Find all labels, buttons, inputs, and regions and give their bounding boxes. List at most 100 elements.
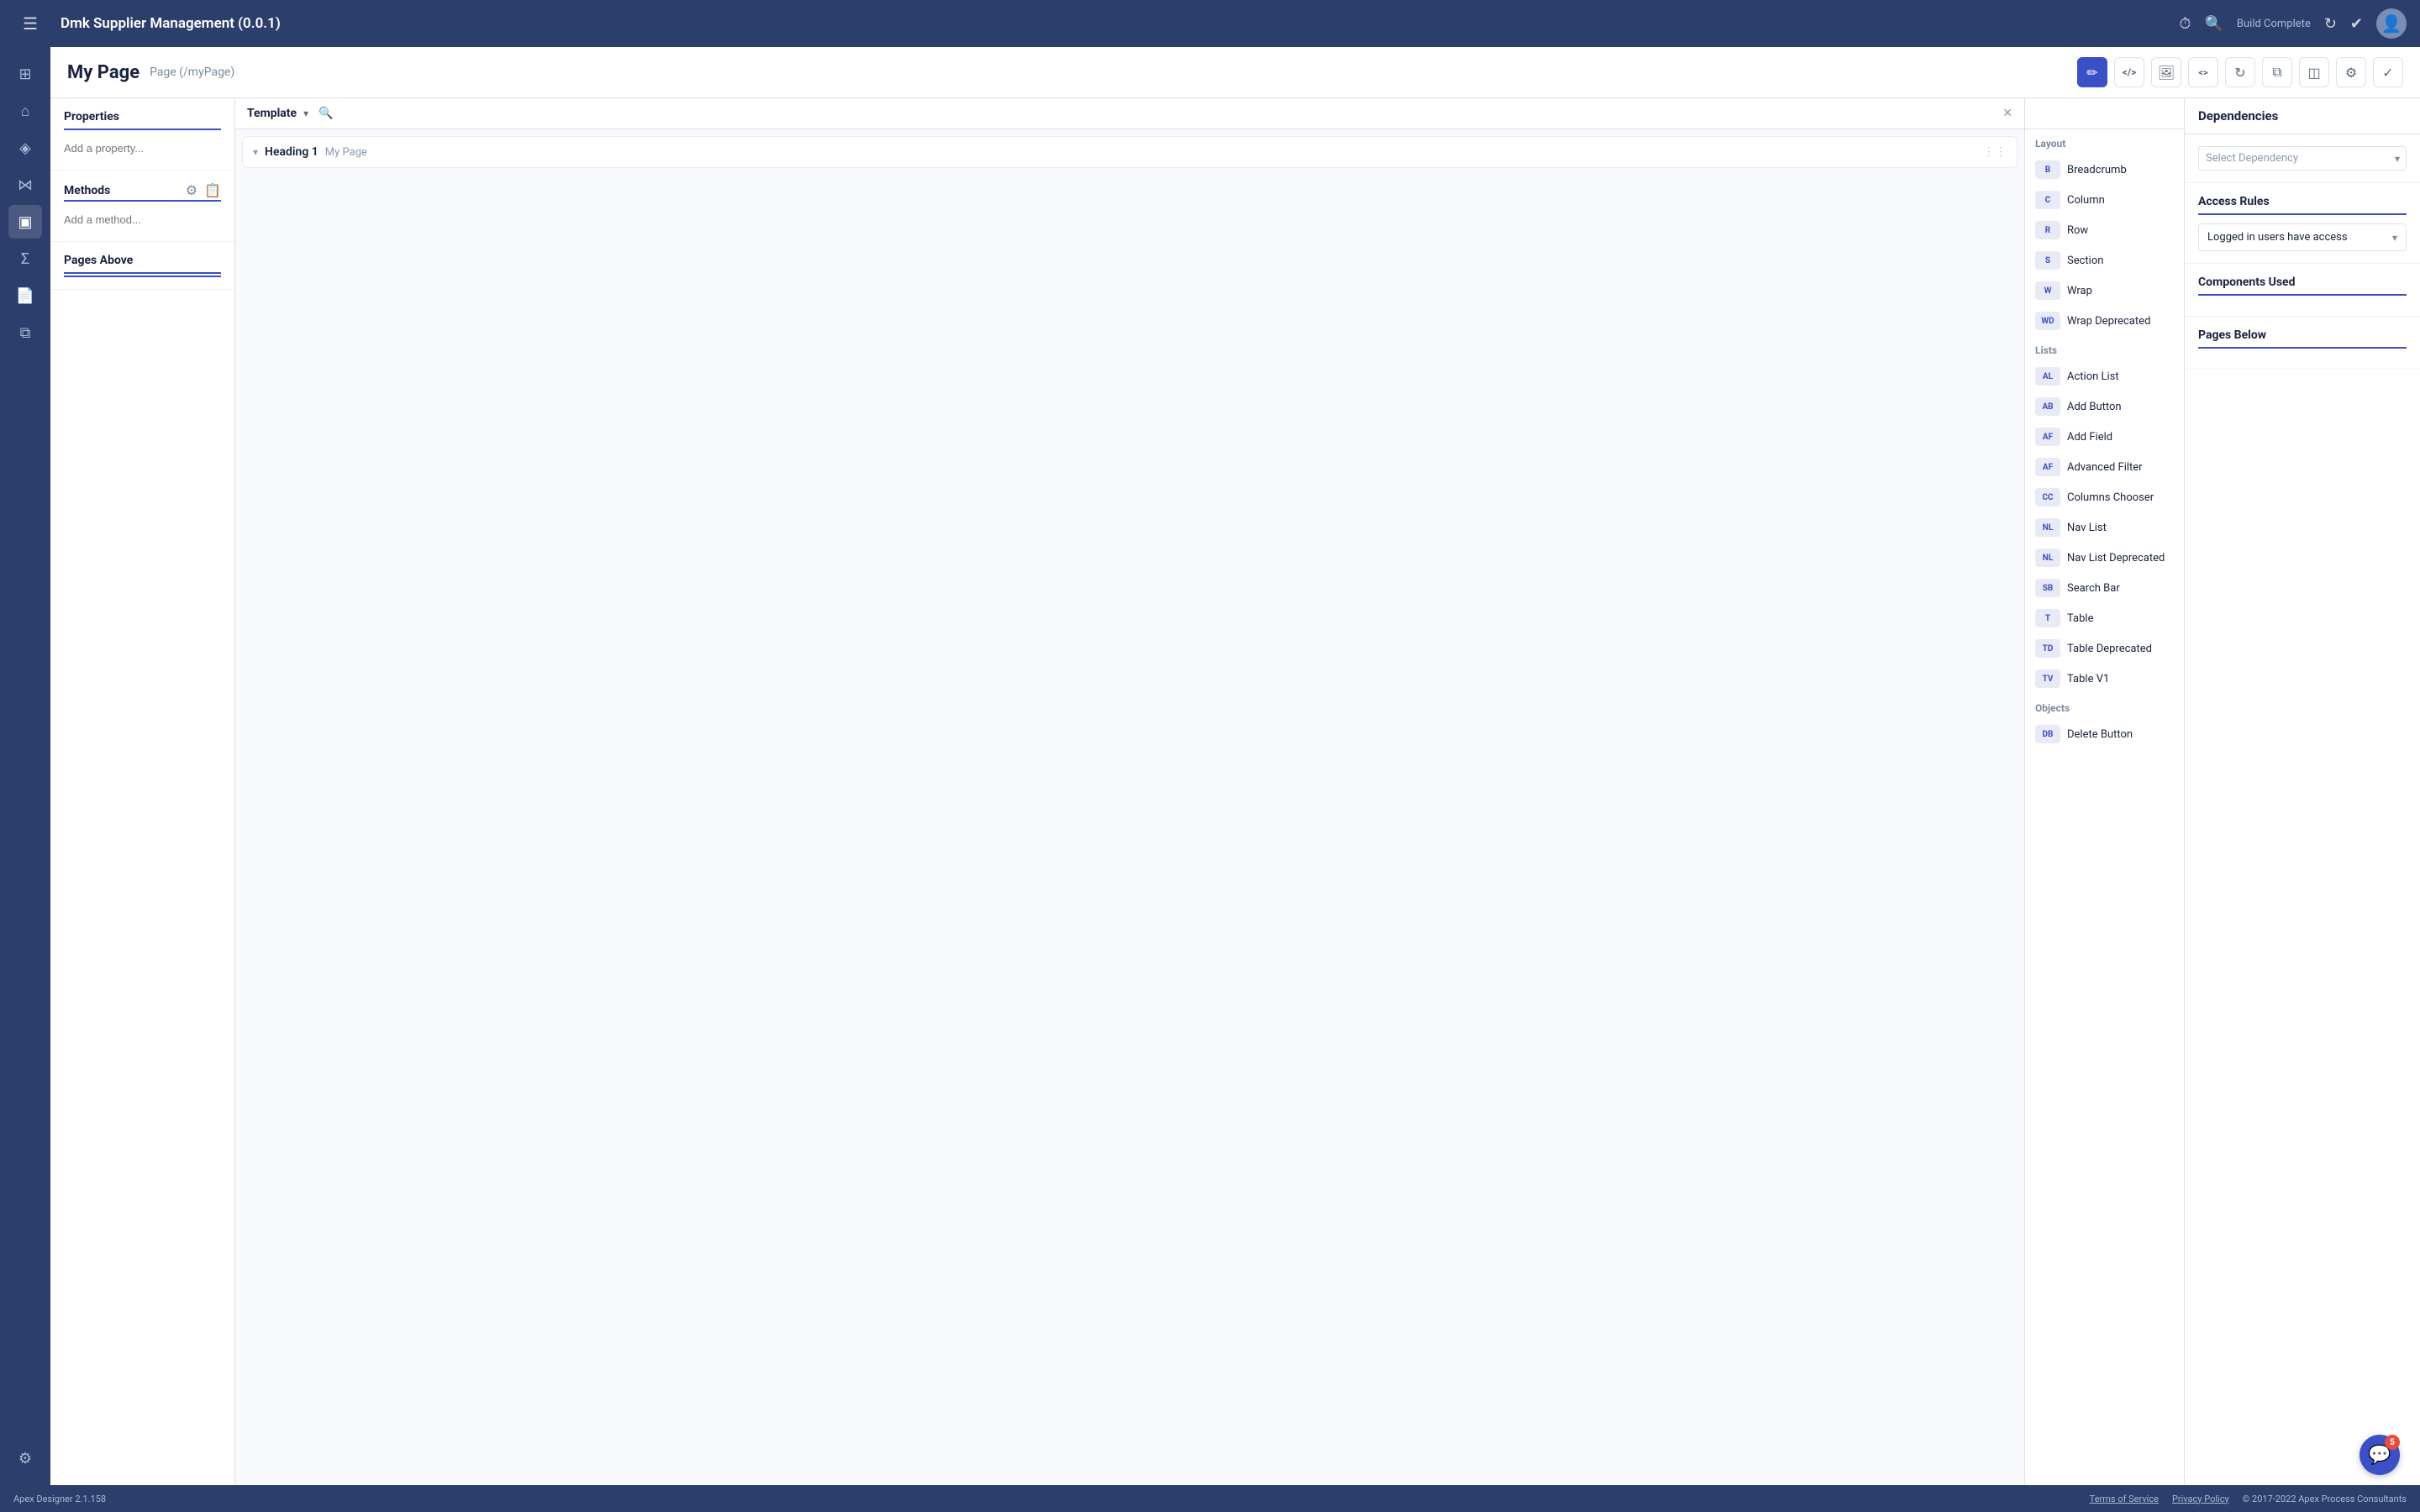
- code-view-button[interactable]: </>: [2114, 57, 2144, 87]
- comp-item-table-v1[interactable]: TV Table V1: [2025, 664, 2184, 694]
- template-row-grip[interactable]: ⋮⋮: [1983, 145, 2007, 159]
- template-dropdown-arrow[interactable]: ▾: [303, 108, 308, 119]
- comp-search-input[interactable]: [2035, 108, 2183, 120]
- footer-version: Apex Designer 2.1.158: [13, 1494, 106, 1504]
- pages-above-title: Pages Above: [64, 254, 221, 274]
- methods-gear-icon[interactable]: ⚙: [186, 182, 197, 198]
- comp-label-row: Row: [2067, 224, 2088, 237]
- footer-terms[interactable]: Terms of Service: [2090, 1494, 2159, 1504]
- comp-item-add-field[interactable]: AF Add Field: [2025, 422, 2184, 452]
- comp-label-add-button: Add Button: [2067, 401, 2122, 413]
- sidebar-item-home[interactable]: ⌂: [8, 94, 42, 128]
- methods-icons: ⚙ 📋: [186, 182, 221, 198]
- image-button[interactable]: 🖼: [2151, 57, 2181, 87]
- access-rules-title: Access Rules: [2198, 195, 2407, 215]
- template-row-arrow: ▾: [253, 146, 258, 158]
- comp-item-delete-button[interactable]: DB Delete Button: [2025, 719, 2184, 749]
- top-nav: ☰ Dmk Supplier Management (0.0.1) ⏱ 🔍 Bu…: [0, 0, 2420, 47]
- template-search-input[interactable]: [340, 108, 1996, 120]
- comp-label-table: Table: [2067, 612, 2093, 625]
- access-rule-arrow: ▾: [2392, 232, 2397, 244]
- deps-title: Dependencies: [2198, 108, 2407, 123]
- pages-above-section: Pages Above: [50, 242, 234, 290]
- add-property-input[interactable]: [64, 139, 221, 158]
- panel-template: Template ▾ 🔍 ✕ ▾ Heading 1 My Page ⋮⋮: [235, 98, 2025, 1485]
- access-rules-section: Access Rules Logged in users have access…: [2185, 183, 2420, 264]
- check-circle-icon[interactable]: ✔: [2350, 15, 2363, 33]
- sidebar-item-layout[interactable]: ▣: [8, 205, 42, 239]
- main-wrapper: My Page Page (/myPage) ✏ </> 🖼 <> ↻ ⧉ ◫ …: [50, 47, 2420, 1485]
- select-dependency-wrap[interactable]: Select Dependency: [2198, 146, 2407, 171]
- comp-label-action-list: Action List: [2067, 370, 2119, 383]
- template-row[interactable]: ▾ Heading 1 My Page ⋮⋮: [242, 136, 2018, 168]
- comp-label-table-deprecated: Table Deprecated: [2067, 643, 2152, 655]
- hamburger-icon[interactable]: ☰: [13, 7, 47, 40]
- layers-button[interactable]: ◫: [2299, 57, 2329, 87]
- header-actions: ✏ </> 🖼 <> ↻ ⧉ ◫ ⚙ ✓: [2077, 57, 2403, 87]
- methods-title: Methods: [64, 184, 110, 197]
- template-row-heading: Heading 1: [265, 145, 318, 159]
- comp-item-table-deprecated[interactable]: TD Table Deprecated: [2025, 633, 2184, 664]
- template-search-icon[interactable]: 🔍: [318, 107, 333, 120]
- sidebar-item-settings[interactable]: ⚙: [8, 1441, 42, 1475]
- comp-label-column: Column: [2067, 194, 2105, 207]
- embed-button[interactable]: <>: [2188, 57, 2218, 87]
- sidebar-item-share[interactable]: ⋈: [8, 168, 42, 202]
- comp-label-nav-list-deprecated: Nav List Deprecated: [2067, 552, 2165, 564]
- access-rule-display[interactable]: Logged in users have access ▾: [2198, 223, 2407, 251]
- app-title: Dmk Supplier Management (0.0.1): [60, 15, 2165, 32]
- pages-below-section: Pages Below: [2185, 317, 2420, 370]
- sidebar-item-puzzle[interactable]: ⧉: [8, 316, 42, 349]
- comp-item-add-button[interactable]: AB Add Button: [2025, 391, 2184, 422]
- check-button[interactable]: ✓: [2373, 57, 2403, 87]
- add-method-input[interactable]: [64, 210, 221, 229]
- comp-item-advanced-filter[interactable]: AF Advanced Filter: [2025, 452, 2184, 482]
- comp-item-table[interactable]: T Table: [2025, 603, 2184, 633]
- comp-item-search-bar[interactable]: SB Search Bar: [2025, 573, 2184, 603]
- comp-label-wrap: Wrap: [2067, 285, 2092, 297]
- deps-header: Dependencies: [2185, 98, 2420, 134]
- history-icon[interactable]: ⏱: [2179, 15, 2191, 33]
- comp-item-nav-list[interactable]: NL Nav List: [2025, 512, 2184, 543]
- comp-item-breadcrumb[interactable]: B Breadcrumb: [2025, 155, 2184, 185]
- comp-item-row[interactable]: R Row: [2025, 215, 2184, 245]
- template-clear-icon[interactable]: ✕: [2002, 107, 2012, 120]
- chat-badge: 5: [2385, 1435, 2400, 1450]
- sidebar-item-sigma[interactable]: Σ: [8, 242, 42, 276]
- copy-button[interactable]: ⧉: [2262, 57, 2292, 87]
- search-icon[interactable]: 🔍: [2204, 15, 2223, 33]
- footer-privacy[interactable]: Privacy Policy: [2172, 1494, 2229, 1504]
- select-dependency-display[interactable]: Select Dependency: [2198, 146, 2407, 171]
- pages-below-title: Pages Below: [2198, 328, 2407, 349]
- panels: Properties Methods ⚙ 📋 Pages Above: [50, 98, 2420, 1485]
- footer-copyright: © 2017-2022 Apex Process Consultants: [2243, 1494, 2407, 1504]
- methods-header: Methods ⚙ 📋: [64, 182, 221, 198]
- gear-button[interactable]: ⚙: [2336, 57, 2366, 87]
- components-used-title: Components Used: [2198, 276, 2407, 296]
- comp-item-nav-list-deprecated[interactable]: NL Nav List Deprecated: [2025, 543, 2184, 573]
- refresh-button[interactable]: ↻: [2225, 57, 2255, 87]
- refresh-icon[interactable]: ↻: [2324, 15, 2337, 33]
- sidebar-item-dashboard[interactable]: ◈: [8, 131, 42, 165]
- components-used-section: Components Used: [2185, 264, 2420, 317]
- footer: Apex Designer 2.1.158 Terms of Service P…: [0, 1485, 2420, 1512]
- comp-item-wrap-deprecated[interactable]: WD Wrap Deprecated: [2025, 306, 2184, 336]
- sidebar-item-document[interactable]: 📄: [8, 279, 42, 312]
- comp-item-column[interactable]: C Column: [2025, 185, 2184, 215]
- methods-copy-icon[interactable]: 📋: [204, 182, 221, 198]
- comp-item-action-list[interactable]: AL Action List: [2025, 361, 2184, 391]
- avatar[interactable]: 👤: [2376, 8, 2407, 39]
- edit-button[interactable]: ✏: [2077, 57, 2107, 87]
- left-sidebar: ⊞ ⌂ ◈ ⋈ ▣ Σ 📄 ⧉ ⚙: [0, 47, 50, 1485]
- comp-item-section[interactable]: S Section: [2025, 245, 2184, 276]
- build-status: Build Complete: [2237, 18, 2311, 30]
- page-header: My Page Page (/myPage) ✏ </> 🖼 <> ↻ ⧉ ◫ …: [50, 47, 2420, 98]
- lists-section-title: Lists: [2025, 336, 2184, 361]
- sidebar-item-grid[interactable]: ⊞: [8, 57, 42, 91]
- template-title: Template: [247, 107, 297, 120]
- comp-item-columns-chooser[interactable]: CC Columns Chooser: [2025, 482, 2184, 512]
- page-path: Page (/myPage): [150, 66, 234, 79]
- chat-bubble[interactable]: 💬 5: [2360, 1435, 2400, 1475]
- layout-section-title: Layout: [2025, 129, 2184, 155]
- comp-item-wrap[interactable]: W Wrap: [2025, 276, 2184, 306]
